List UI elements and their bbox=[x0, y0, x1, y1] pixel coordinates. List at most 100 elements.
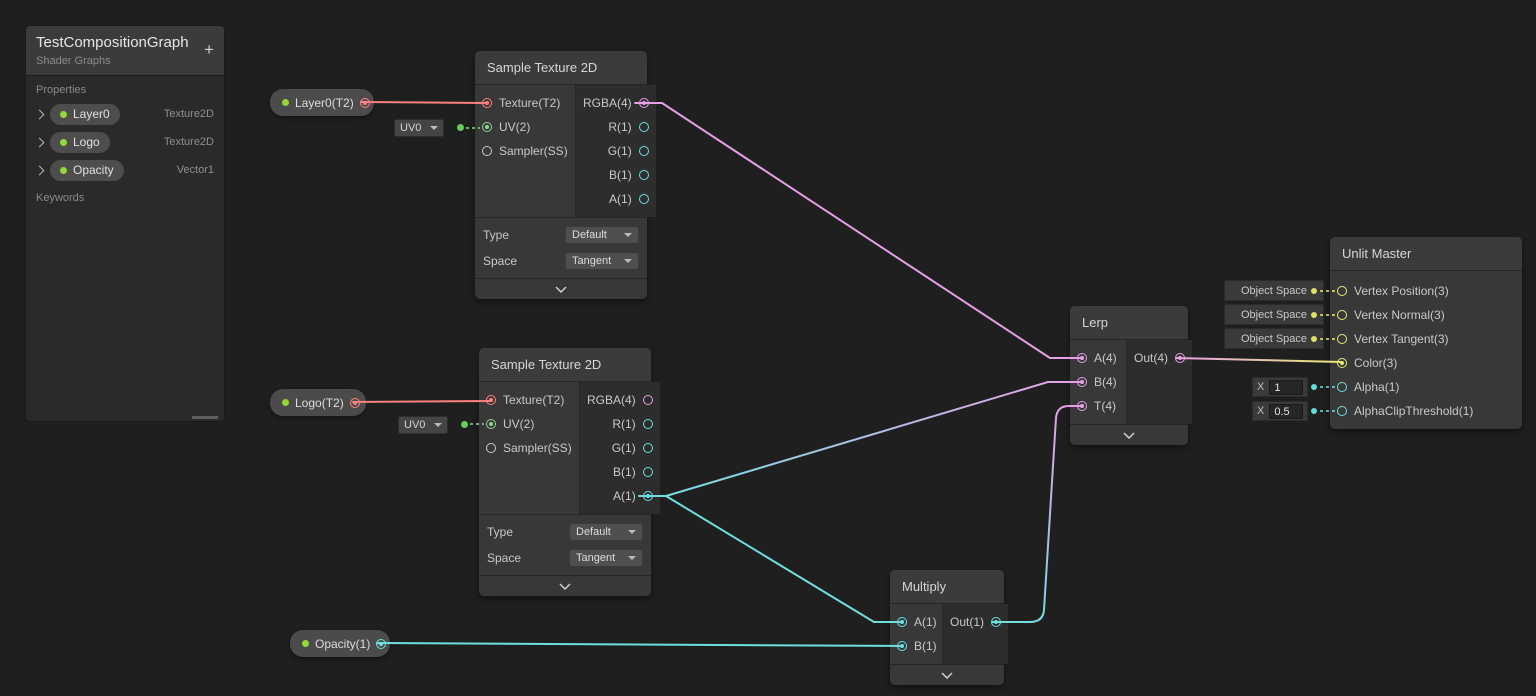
blackboard-header[interactable]: TestCompositionGraph Shader Graphs + bbox=[26, 26, 224, 76]
alphaclip-value-field[interactable]: 0.5 bbox=[1269, 404, 1303, 419]
vertex-tangent-input-port[interactable] bbox=[1337, 334, 1347, 344]
alpha-value-field[interactable]: 1 bbox=[1269, 380, 1303, 395]
vertex-normal-input-port[interactable] bbox=[1337, 310, 1347, 320]
node-title[interactable]: Lerp bbox=[1070, 306, 1188, 340]
node-title[interactable]: Multiply bbox=[890, 570, 1004, 604]
texture-input-port[interactable] bbox=[486, 395, 496, 405]
alpha-input-port[interactable] bbox=[1337, 382, 1347, 392]
edge-layer0-to-sample1-texture[interactable] bbox=[361, 102, 487, 103]
node-sample-texture-2d-1[interactable]: Sample Texture 2D Texture(T2) UV(2) Samp… bbox=[475, 51, 647, 299]
property-name: Opacity bbox=[73, 163, 114, 177]
property-node-logo[interactable]: Logo(T2) bbox=[270, 389, 366, 416]
rgba-output-port[interactable] bbox=[639, 98, 649, 108]
a-input-port[interactable] bbox=[1077, 353, 1087, 363]
graph-subtitle: Shader Graphs bbox=[36, 55, 212, 67]
port-label: B(1) bbox=[613, 465, 636, 479]
expand-chevron-icon[interactable] bbox=[35, 165, 45, 175]
a-output-port[interactable] bbox=[639, 194, 649, 204]
a-input-port[interactable] bbox=[897, 617, 907, 627]
port-label: R(1) bbox=[608, 120, 631, 134]
space-dropdown[interactable]: Tangent bbox=[569, 549, 643, 567]
port-label: T(4) bbox=[1094, 399, 1116, 413]
uv-default-dot-icon bbox=[461, 421, 468, 428]
property-pill-opacity[interactable]: Opacity bbox=[50, 160, 124, 181]
resize-grip[interactable] bbox=[192, 416, 218, 419]
edge-sample1-rgba-to-lerp-a[interactable] bbox=[635, 103, 1082, 358]
x-component-label: X bbox=[1257, 405, 1264, 417]
blackboard-panel[interactable]: TestCompositionGraph Shader Graphs + Pro… bbox=[25, 25, 225, 422]
edge-opacity-to-multiply-b[interactable] bbox=[377, 643, 902, 646]
collapse-preview-button[interactable] bbox=[475, 278, 647, 299]
property-node-layer0[interactable]: Layer0(T2) bbox=[270, 89, 374, 116]
t-input-port[interactable] bbox=[1077, 401, 1087, 411]
logo-output-port[interactable] bbox=[350, 398, 360, 408]
port-label: B(4) bbox=[1094, 375, 1117, 389]
edge-sample2-a-to-multiply-a[interactable] bbox=[639, 496, 902, 622]
sampler-input-port[interactable] bbox=[486, 443, 496, 453]
node-sample-texture-2d-2[interactable]: Sample Texture 2D Texture(T2) UV(2) Samp… bbox=[479, 348, 651, 596]
texture-input-port[interactable] bbox=[482, 98, 492, 108]
uv-channel-dropdown[interactable]: UV0 bbox=[394, 119, 444, 137]
type-dropdown[interactable]: Default bbox=[569, 523, 643, 541]
port-label: R(1) bbox=[612, 417, 635, 431]
property-row-opacity[interactable]: Opacity Vector1 bbox=[26, 156, 224, 184]
a-output-port[interactable] bbox=[643, 491, 653, 501]
property-pill-layer0[interactable]: Layer0 bbox=[50, 104, 120, 125]
chevron-down-icon bbox=[555, 286, 567, 293]
property-row-logo[interactable]: Logo Texture2D bbox=[26, 128, 224, 156]
b-output-port[interactable] bbox=[639, 170, 649, 180]
property-pill-logo[interactable]: Logo bbox=[50, 132, 110, 153]
add-property-button[interactable]: + bbox=[204, 40, 214, 60]
node-unlit-master[interactable]: Unlit Master Vertex Position(3) Vertex N… bbox=[1330, 237, 1522, 429]
edge-lerp-out-to-master-color[interactable] bbox=[1176, 358, 1342, 362]
g-output-port[interactable] bbox=[643, 443, 653, 453]
node-lerp[interactable]: Lerp A(4) B(4) T(4) Out(4) bbox=[1070, 306, 1188, 445]
b-input-port[interactable] bbox=[1077, 377, 1087, 387]
edge-logo-to-sample2-texture[interactable] bbox=[353, 401, 491, 402]
node-multiply[interactable]: Multiply A(1) B(1) Out(1) bbox=[890, 570, 1004, 685]
expand-chevron-icon[interactable] bbox=[35, 109, 45, 119]
alphaclip-value-widget: X 0.5 bbox=[1252, 401, 1308, 421]
out-output-port[interactable] bbox=[991, 617, 1001, 627]
alphaclip-input-port[interactable] bbox=[1337, 406, 1347, 416]
edge-multiply-out-to-lerp-t[interactable] bbox=[992, 406, 1082, 622]
graph-canvas[interactable]: TestCompositionGraph Shader Graphs + Pro… bbox=[0, 0, 1536, 696]
r-output-port[interactable] bbox=[639, 122, 649, 132]
object-space-label: Object Space bbox=[1224, 328, 1324, 349]
g-output-port[interactable] bbox=[639, 146, 649, 156]
property-node-opacity[interactable]: Opacity(1) bbox=[290, 630, 390, 657]
r-output-port[interactable] bbox=[643, 419, 653, 429]
space-dropdown[interactable]: Tangent bbox=[565, 252, 639, 270]
port-label: Texture(T2) bbox=[503, 393, 564, 407]
color-input-port[interactable] bbox=[1337, 358, 1347, 368]
collapse-preview-button[interactable] bbox=[1070, 424, 1188, 445]
layer0-output-port[interactable] bbox=[360, 98, 370, 108]
node-title[interactable]: Unlit Master bbox=[1330, 237, 1522, 271]
type-dropdown[interactable]: Default bbox=[565, 226, 639, 244]
b-output-port[interactable] bbox=[643, 467, 653, 477]
port-label: Vertex Normal(3) bbox=[1354, 308, 1445, 322]
dropdown-value: Tangent bbox=[572, 255, 611, 267]
expand-chevron-icon[interactable] bbox=[35, 137, 45, 147]
chevron-down-icon bbox=[1123, 432, 1135, 439]
dropdown-value: Default bbox=[576, 526, 611, 538]
node-title[interactable]: Sample Texture 2D bbox=[475, 51, 647, 85]
uv-input-port[interactable] bbox=[482, 122, 492, 132]
exposed-dot-icon bbox=[282, 399, 289, 406]
opacity-output-port[interactable] bbox=[376, 639, 386, 649]
collapse-preview-button[interactable] bbox=[890, 664, 1004, 685]
property-row-layer0[interactable]: Layer0 Texture2D bbox=[26, 100, 224, 128]
collapse-preview-button[interactable] bbox=[479, 575, 651, 596]
sampler-input-port[interactable] bbox=[482, 146, 492, 156]
b-input-port[interactable] bbox=[897, 641, 907, 651]
rgba-output-port[interactable] bbox=[643, 395, 653, 405]
chevron-down-icon bbox=[430, 126, 438, 130]
out-output-port[interactable] bbox=[1175, 353, 1185, 363]
node-title[interactable]: Sample Texture 2D bbox=[479, 348, 651, 382]
vertex-position-input-port[interactable] bbox=[1337, 286, 1347, 296]
port-label: Vertex Position(3) bbox=[1354, 284, 1449, 298]
uv-channel-dropdown[interactable]: UV0 bbox=[398, 416, 448, 434]
dropdown-value: Default bbox=[572, 229, 607, 241]
edge-sample2-a-to-lerp-b[interactable] bbox=[639, 382, 1082, 496]
uv-input-port[interactable] bbox=[486, 419, 496, 429]
